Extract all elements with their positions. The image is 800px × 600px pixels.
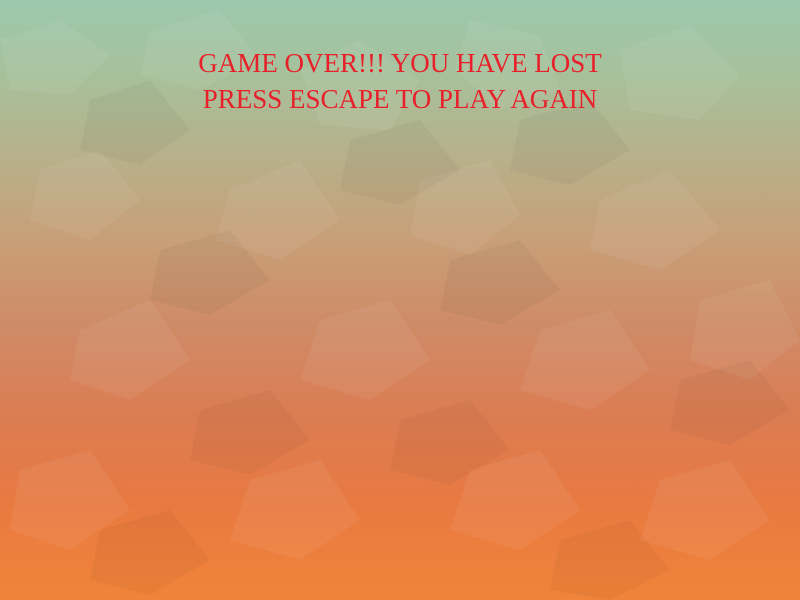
game-over-message: GAME OVER!!! YOU HAVE LOST PRESS ESCAPE … <box>0 45 800 117</box>
restart-instruction: PRESS ESCAPE TO PLAY AGAIN <box>202 84 598 114</box>
game-over-title: GAME OVER!!! YOU HAVE LOST <box>198 48 602 78</box>
game-over-screen: GAME OVER!!! YOU HAVE LOST PRESS ESCAPE … <box>0 0 800 600</box>
